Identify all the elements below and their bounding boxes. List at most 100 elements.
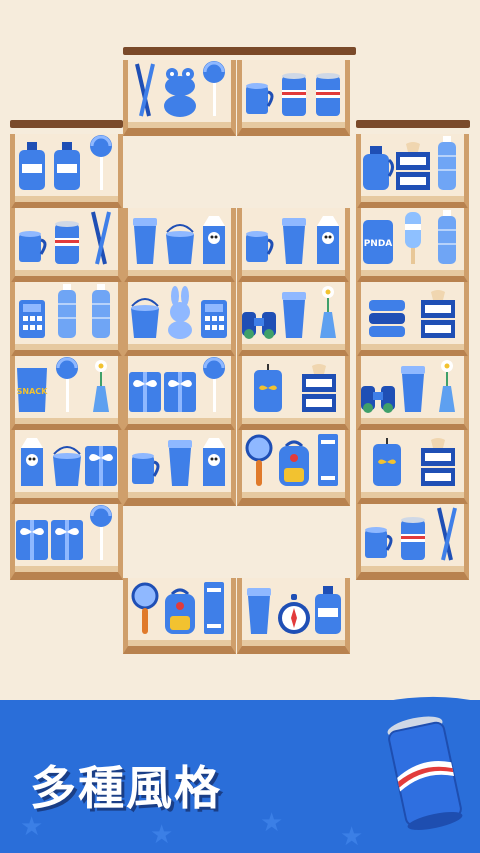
lollipop-icon[interactable] (89, 504, 113, 566)
towel-stack-icon[interactable] (367, 296, 407, 344)
flower-vase-icon[interactable] (436, 358, 458, 418)
bucket-icon[interactable] (163, 222, 197, 270)
panda-can-icon[interactable]: PNDA (361, 216, 395, 270)
soda-can-icon (387, 716, 463, 830)
dawn-bottle-icon[interactable] (17, 140, 47, 196)
shelf-slot (10, 430, 123, 506)
shelf-slot (123, 430, 236, 506)
jug-icon[interactable] (360, 144, 396, 196)
calculator-icon[interactable] (17, 298, 47, 344)
tissue-box-icon[interactable] (394, 140, 432, 196)
compass-icon[interactable] (276, 592, 312, 640)
shelf-slot (356, 134, 469, 210)
soda-can-icon[interactable] (314, 72, 342, 122)
star-icon: ★ (150, 820, 174, 850)
shelf-slot (356, 430, 469, 506)
svg-text:SNACK: SNACK (17, 387, 49, 396)
milk-carton-icon[interactable] (199, 436, 229, 492)
lollipop-icon[interactable] (202, 356, 226, 418)
binoculars-icon[interactable] (239, 306, 279, 344)
lollipop-icon[interactable] (55, 356, 79, 418)
shelf-top-beam (356, 120, 470, 128)
water-bottle-icon[interactable] (435, 134, 459, 196)
milk-carton-icon[interactable] (199, 214, 229, 270)
mug-stack-icon[interactable] (129, 448, 161, 492)
milk-carton-icon[interactable] (17, 436, 47, 492)
shelf-slot: PNDA (356, 208, 469, 284)
water-bottle-icon[interactable] (435, 208, 459, 270)
star-icon: ★ (340, 822, 364, 852)
toothbrush-cup-icon[interactable] (131, 60, 159, 122)
mug-icon[interactable] (362, 522, 394, 566)
mug-icon[interactable] (243, 78, 275, 122)
gift-box-icon[interactable] (127, 366, 163, 418)
shelf-slot: SNACK (10, 356, 123, 432)
water-bottle-icon[interactable] (89, 282, 113, 344)
bucket-icon[interactable] (128, 296, 162, 344)
bunny-toy-icon[interactable] (164, 286, 196, 344)
tissue-box-icon[interactable] (300, 362, 338, 418)
shelf-slot (123, 60, 236, 136)
shelf-slot (123, 356, 236, 432)
snack-bag-icon[interactable]: SNACK (15, 364, 49, 418)
backpack-icon[interactable] (162, 586, 198, 640)
candle-icon[interactable] (370, 436, 404, 492)
flower-vase-icon[interactable] (90, 358, 112, 418)
toothbrush-cup-icon[interactable] (87, 208, 115, 270)
flower-vase-icon[interactable] (317, 284, 339, 344)
tissue-box-icon[interactable] (419, 436, 457, 492)
tumbler-icon[interactable] (398, 364, 428, 418)
mug-stack-icon[interactable] (243, 226, 275, 270)
star-icon: ★ (260, 808, 284, 838)
gift-box-icon[interactable] (14, 514, 50, 566)
shelf-slot (123, 208, 236, 284)
shelf-slot (237, 60, 350, 136)
shelf-slot (10, 134, 123, 210)
shelf-slot (237, 282, 350, 358)
shelf-slot (356, 282, 469, 358)
tissue-box-icon[interactable] (419, 288, 457, 344)
tumbler-icon[interactable] (244, 586, 274, 640)
gift-box-icon[interactable] (83, 440, 119, 492)
mug-icon[interactable] (16, 226, 48, 270)
tumbler-icon[interactable] (279, 216, 309, 270)
shelf-slot (356, 504, 469, 580)
shelf-top-beam (123, 47, 356, 55)
banner-title: 多種風格 (30, 761, 222, 815)
lollipop-icon[interactable] (89, 134, 113, 196)
calculator-icon[interactable] (199, 298, 229, 344)
tumbler-icon[interactable] (165, 438, 195, 492)
shelf-slot (237, 430, 350, 506)
soda-can-icon[interactable] (399, 516, 427, 566)
magnifier-icon[interactable] (130, 582, 160, 640)
shelf-slot (356, 356, 469, 432)
lollipop-icon[interactable] (202, 60, 226, 122)
gift-box-icon[interactable] (162, 366, 198, 418)
shelf-slot (10, 504, 123, 580)
milk-carton-icon[interactable] (313, 214, 343, 270)
tumbler-icon[interactable] (279, 290, 309, 344)
gift-box-icon[interactable] (49, 514, 85, 566)
toothbrush-cup-icon[interactable] (433, 504, 461, 566)
shelf-slot (123, 282, 236, 358)
svg-text:PNDA: PNDA (364, 239, 393, 249)
shelf-slot (10, 208, 123, 284)
frog-toy-icon[interactable] (161, 64, 199, 122)
backpack-icon[interactable] (276, 438, 312, 492)
shelf-slot (237, 208, 350, 284)
dawn-bottle-icon[interactable] (52, 140, 82, 196)
candle-icon[interactable] (251, 362, 285, 418)
water-bottle-icon[interactable] (55, 282, 79, 344)
popsicle-icon[interactable] (403, 210, 423, 270)
binoculars-icon[interactable] (358, 380, 398, 418)
shelf-slot (123, 578, 236, 654)
book-icon[interactable] (316, 432, 340, 492)
magnifier-icon[interactable] (244, 434, 274, 492)
shelf-slot (237, 356, 350, 432)
dawn-bottle-icon[interactable] (313, 584, 343, 640)
coffee-cup-icon[interactable] (130, 216, 160, 270)
soda-can-icon[interactable] (280, 72, 308, 122)
soda-can-icon[interactable] (53, 220, 81, 270)
book-icon[interactable] (202, 580, 226, 640)
bucket-icon[interactable] (50, 444, 84, 492)
